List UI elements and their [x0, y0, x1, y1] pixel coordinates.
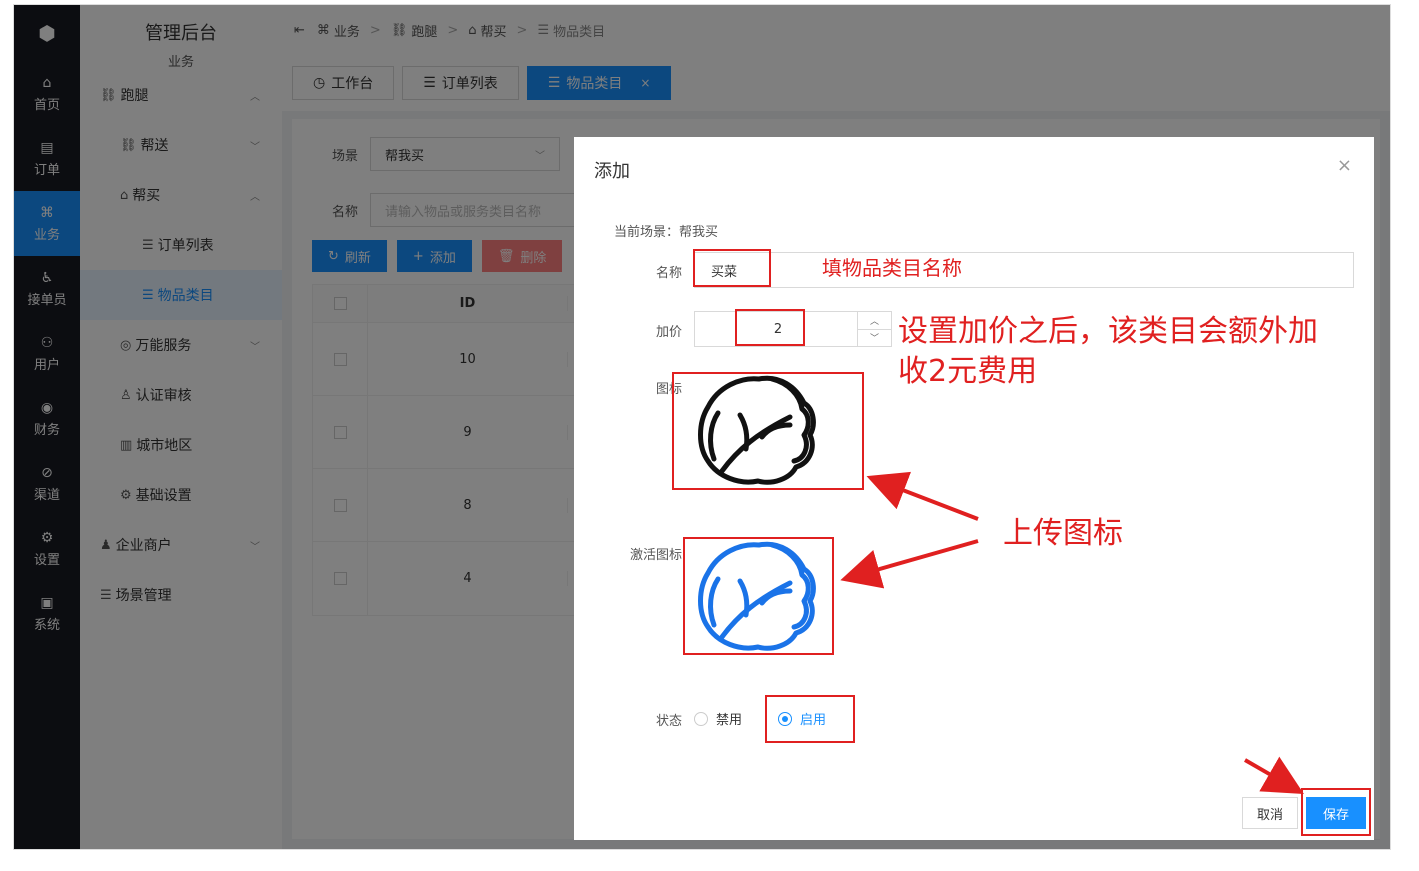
- status-label: 状态: [655, 714, 682, 729]
- name-label: 名称: [655, 266, 682, 281]
- annotation-box-name: [693, 249, 771, 287]
- category-name-input[interactable]: 买菜: [694, 252, 1354, 288]
- annotation-box-active-icon: [683, 537, 834, 655]
- annotation-box-icon: [672, 372, 864, 490]
- annotation-name-hint: 填物品类目名称: [822, 256, 962, 280]
- annotation-box-save: [1301, 788, 1371, 836]
- annotation-price-hint-1: 设置加价之后，该类目会额外加: [898, 314, 1318, 349]
- dialog-title: 添加: [594, 161, 630, 182]
- status-disabled-label: 禁用: [716, 713, 743, 728]
- active-icon-label: 激活图标: [629, 548, 682, 563]
- increment-icon[interactable]: ︿: [858, 312, 891, 330]
- annotation-price-hint-2: 收2元费用: [898, 354, 1038, 389]
- current-scene: 当前场景：帮我买: [614, 225, 719, 240]
- price-label: 加价: [655, 325, 682, 340]
- decrement-icon[interactable]: ﹀: [858, 330, 891, 347]
- annotation-upload-hint: 上传图标: [1003, 516, 1123, 551]
- cancel-button[interactable]: 取消: [1242, 797, 1298, 829]
- close-icon[interactable]: ×: [1337, 155, 1352, 176]
- annotation-box-status: [765, 695, 855, 743]
- annotation-box-price: [735, 309, 805, 346]
- status-disabled-radio[interactable]: [694, 711, 708, 726]
